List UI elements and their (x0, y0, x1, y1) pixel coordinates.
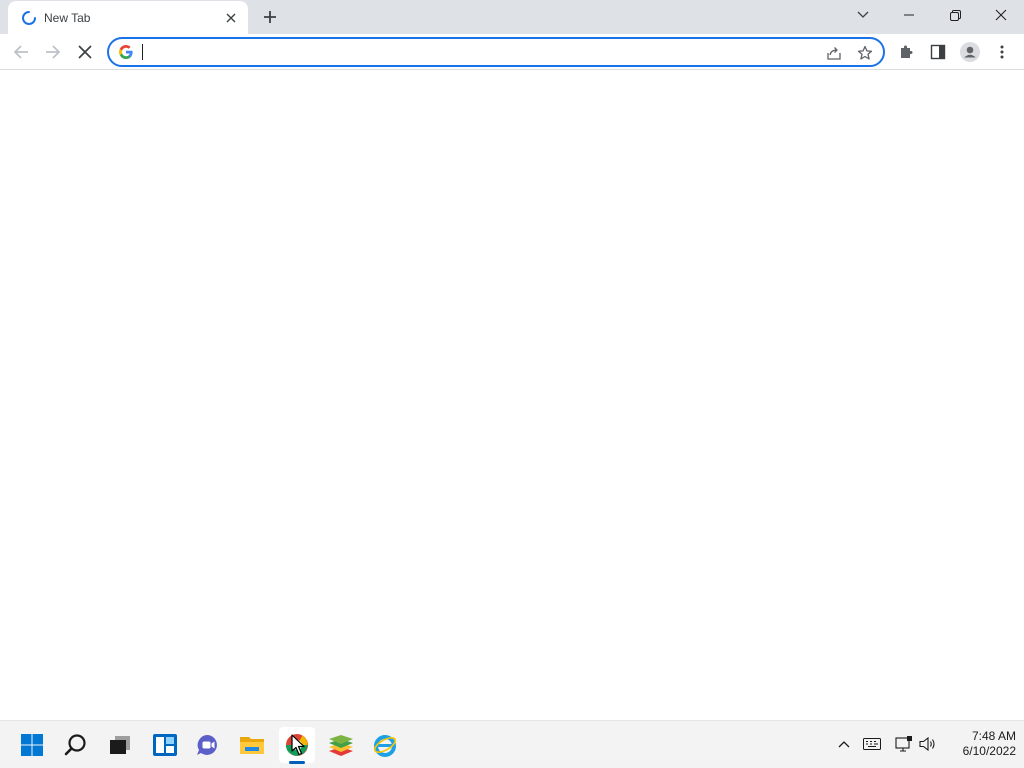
windows-start-icon (21, 734, 43, 756)
side-panel-button[interactable] (922, 36, 954, 68)
bookmark-button[interactable] (854, 42, 876, 64)
page-content (0, 71, 1024, 720)
tab-close-button[interactable] (222, 9, 240, 27)
plus-icon (264, 11, 276, 23)
loading-spinner-icon (22, 11, 36, 25)
teams-chat-button[interactable] (190, 727, 226, 763)
star-icon (857, 45, 873, 60)
search-icon (64, 734, 86, 756)
tab-title: New Tab (44, 11, 91, 25)
chevron-up-icon (838, 741, 850, 748)
clock-date: 6/10/2022 (962, 744, 1016, 758)
text-caret (142, 44, 143, 60)
chrome-menu-button[interactable] (986, 36, 1018, 68)
system-clock[interactable]: 7:48 AM 6/10/2022 (940, 729, 1016, 759)
file-explorer-icon (240, 737, 264, 754)
file-explorer-button[interactable] (234, 727, 270, 763)
widgets-icon (153, 734, 177, 756)
keyboard-icon (863, 738, 881, 750)
stop-loading-button[interactable] (69, 36, 101, 68)
tab-new-tab[interactable]: New Tab (8, 1, 248, 34)
volume-icon (919, 736, 935, 752)
network-icon (895, 736, 912, 752)
task-view-icon (110, 736, 130, 754)
close-icon (226, 13, 236, 23)
volume-button[interactable] (917, 733, 939, 755)
bluestacks-button[interactable] (323, 727, 359, 763)
internet-explorer-icon (373, 735, 397, 757)
tab-search-button[interactable] (840, 0, 886, 30)
address-input[interactable] (141, 42, 801, 62)
share-icon (827, 47, 841, 60)
network-button[interactable] (893, 733, 915, 755)
start-button[interactable] (14, 727, 50, 763)
extensions-button[interactable] (890, 36, 922, 68)
clock-time: 7:48 AM (971, 729, 1016, 743)
side-panel-icon (930, 44, 946, 60)
restore-button[interactable] (932, 0, 978, 30)
forward-arrow-icon (46, 45, 61, 59)
close-icon (995, 9, 1007, 21)
close-window-button[interactable] (978, 0, 1024, 30)
minimize-icon (904, 14, 914, 16)
back-button[interactable] (5, 36, 37, 68)
tab-strip: New Tab (0, 0, 1024, 34)
windows-taskbar: 7:48 AM 6/10/2022 (0, 720, 1024, 768)
bluestacks-icon (329, 735, 353, 756)
back-arrow-icon (13, 45, 28, 59)
google-g-icon (119, 45, 133, 59)
active-app-indicator (289, 761, 305, 764)
share-button[interactable] (823, 42, 845, 64)
address-bar[interactable] (107, 37, 885, 67)
internet-explorer-button[interactable] (367, 727, 403, 763)
show-hidden-icons-button[interactable] (833, 733, 855, 755)
extensions-puzzle-icon (901, 45, 913, 58)
minimize-button[interactable] (886, 0, 932, 30)
task-view-button[interactable] (102, 727, 138, 763)
profile-icon (960, 42, 980, 62)
browser-toolbar (0, 34, 1024, 70)
new-tab-button[interactable] (258, 5, 282, 29)
kebab-menu-icon (1000, 45, 1004, 59)
tab-search-chevron-icon (857, 11, 869, 18)
mouse-pointer-icon (291, 734, 305, 756)
widgets-button[interactable] (147, 727, 183, 763)
restore-icon (949, 9, 961, 21)
input-indicator-button[interactable] (861, 733, 883, 755)
forward-button[interactable] (37, 36, 69, 68)
taskbar-search-button[interactable] (58, 727, 94, 763)
stop-icon (78, 45, 92, 59)
teams-chat-icon (197, 734, 217, 755)
profile-button[interactable] (954, 36, 986, 68)
